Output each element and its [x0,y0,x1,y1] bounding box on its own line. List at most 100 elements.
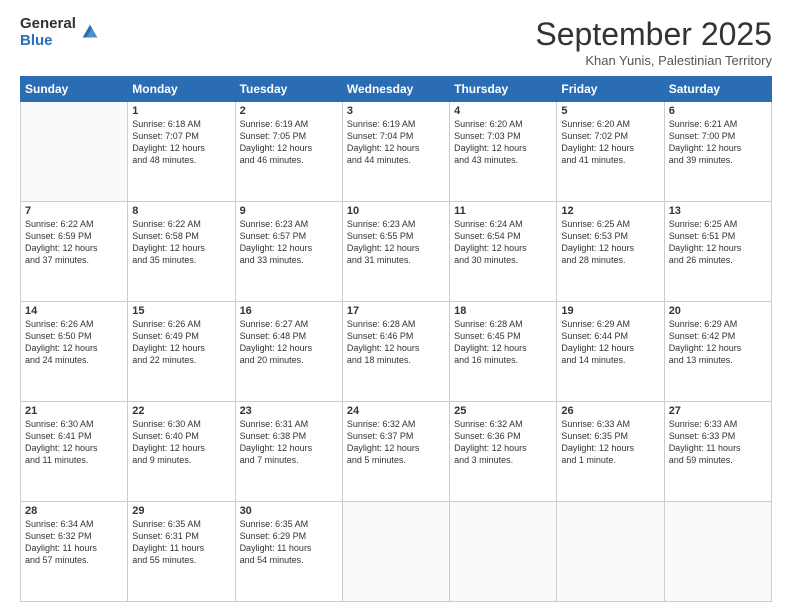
calendar-cell: 17Sunrise: 6:28 AM Sunset: 6:46 PM Dayli… [342,302,449,402]
day-number: 18 [454,305,552,317]
calendar-cell: 19Sunrise: 6:29 AM Sunset: 6:44 PM Dayli… [557,302,664,402]
calendar-cell: 9Sunrise: 6:23 AM Sunset: 6:57 PM Daylig… [235,202,342,302]
calendar-cell [342,502,449,602]
cell-content: Sunrise: 6:23 AM Sunset: 6:57 PM Dayligh… [240,218,338,267]
cell-content: Sunrise: 6:32 AM Sunset: 6:36 PM Dayligh… [454,418,552,467]
cell-content: Sunrise: 6:31 AM Sunset: 6:38 PM Dayligh… [240,418,338,467]
day-number: 24 [347,405,445,417]
cell-content: Sunrise: 6:20 AM Sunset: 7:02 PM Dayligh… [561,118,659,167]
header-monday: Monday [128,77,235,102]
weekday-header-row: Sunday Monday Tuesday Wednesday Thursday… [21,77,772,102]
day-number: 27 [669,405,767,417]
header-sunday: Sunday [21,77,128,102]
calendar-cell: 11Sunrise: 6:24 AM Sunset: 6:54 PM Dayli… [450,202,557,302]
calendar-cell: 13Sunrise: 6:25 AM Sunset: 6:51 PM Dayli… [664,202,771,302]
cell-content: Sunrise: 6:19 AM Sunset: 7:04 PM Dayligh… [347,118,445,167]
day-number: 1 [132,105,230,117]
day-number: 29 [132,505,230,517]
day-number: 2 [240,105,338,117]
header: General Blue September 2025 Khan Yunis, … [20,16,772,68]
day-number: 12 [561,205,659,217]
cell-content: Sunrise: 6:20 AM Sunset: 7:03 PM Dayligh… [454,118,552,167]
calendar-cell: 23Sunrise: 6:31 AM Sunset: 6:38 PM Dayli… [235,402,342,502]
header-saturday: Saturday [664,77,771,102]
day-number: 5 [561,105,659,117]
cell-content: Sunrise: 6:26 AM Sunset: 6:50 PM Dayligh… [25,318,123,367]
header-wednesday: Wednesday [342,77,449,102]
calendar-cell: 22Sunrise: 6:30 AM Sunset: 6:40 PM Dayli… [128,402,235,502]
cell-content: Sunrise: 6:29 AM Sunset: 6:44 PM Dayligh… [561,318,659,367]
calendar-cell: 16Sunrise: 6:27 AM Sunset: 6:48 PM Dayli… [235,302,342,402]
cell-content: Sunrise: 6:26 AM Sunset: 6:49 PM Dayligh… [132,318,230,367]
calendar-cell: 15Sunrise: 6:26 AM Sunset: 6:49 PM Dayli… [128,302,235,402]
cell-content: Sunrise: 6:30 AM Sunset: 6:40 PM Dayligh… [132,418,230,467]
logo-general-text: General [20,16,76,33]
cell-content: Sunrise: 6:35 AM Sunset: 6:31 PM Dayligh… [132,518,230,567]
day-number: 19 [561,305,659,317]
cell-content: Sunrise: 6:29 AM Sunset: 6:42 PM Dayligh… [669,318,767,367]
calendar-cell: 1Sunrise: 6:18 AM Sunset: 7:07 PM Daylig… [128,102,235,202]
calendar-cell: 4Sunrise: 6:20 AM Sunset: 7:03 PM Daylig… [450,102,557,202]
calendar-page: General Blue September 2025 Khan Yunis, … [0,0,792,612]
location: Khan Yunis, Palestinian Territory [535,53,772,68]
calendar-cell: 21Sunrise: 6:30 AM Sunset: 6:41 PM Dayli… [21,402,128,502]
day-number: 14 [25,305,123,317]
week-row-1: 1Sunrise: 6:18 AM Sunset: 7:07 PM Daylig… [21,102,772,202]
calendar-cell: 29Sunrise: 6:35 AM Sunset: 6:31 PM Dayli… [128,502,235,602]
calendar-cell: 20Sunrise: 6:29 AM Sunset: 6:42 PM Dayli… [664,302,771,402]
day-number: 6 [669,105,767,117]
month-title: September 2025 [535,16,772,53]
cell-content: Sunrise: 6:25 AM Sunset: 6:51 PM Dayligh… [669,218,767,267]
day-number: 11 [454,205,552,217]
day-number: 30 [240,505,338,517]
day-number: 10 [347,205,445,217]
calendar-cell: 18Sunrise: 6:28 AM Sunset: 6:45 PM Dayli… [450,302,557,402]
cell-content: Sunrise: 6:23 AM Sunset: 6:55 PM Dayligh… [347,218,445,267]
day-number: 28 [25,505,123,517]
week-row-2: 7Sunrise: 6:22 AM Sunset: 6:59 PM Daylig… [21,202,772,302]
cell-content: Sunrise: 6:22 AM Sunset: 6:59 PM Dayligh… [25,218,123,267]
cell-content: Sunrise: 6:30 AM Sunset: 6:41 PM Dayligh… [25,418,123,467]
day-number: 17 [347,305,445,317]
day-number: 25 [454,405,552,417]
cell-content: Sunrise: 6:24 AM Sunset: 6:54 PM Dayligh… [454,218,552,267]
calendar-cell: 30Sunrise: 6:35 AM Sunset: 6:29 PM Dayli… [235,502,342,602]
cell-content: Sunrise: 6:33 AM Sunset: 6:33 PM Dayligh… [669,418,767,467]
cell-content: Sunrise: 6:35 AM Sunset: 6:29 PM Dayligh… [240,518,338,567]
calendar-cell: 24Sunrise: 6:32 AM Sunset: 6:37 PM Dayli… [342,402,449,502]
cell-content: Sunrise: 6:19 AM Sunset: 7:05 PM Dayligh… [240,118,338,167]
calendar-cell: 7Sunrise: 6:22 AM Sunset: 6:59 PM Daylig… [21,202,128,302]
day-number: 15 [132,305,230,317]
cell-content: Sunrise: 6:27 AM Sunset: 6:48 PM Dayligh… [240,318,338,367]
calendar-cell: 14Sunrise: 6:26 AM Sunset: 6:50 PM Dayli… [21,302,128,402]
calendar-cell: 5Sunrise: 6:20 AM Sunset: 7:02 PM Daylig… [557,102,664,202]
logo-blue-text: Blue [20,33,76,50]
day-number: 21 [25,405,123,417]
calendar-cell: 27Sunrise: 6:33 AM Sunset: 6:33 PM Dayli… [664,402,771,502]
calendar-cell: 25Sunrise: 6:32 AM Sunset: 6:36 PM Dayli… [450,402,557,502]
week-row-4: 21Sunrise: 6:30 AM Sunset: 6:41 PM Dayli… [21,402,772,502]
calendar-cell: 28Sunrise: 6:34 AM Sunset: 6:32 PM Dayli… [21,502,128,602]
day-number: 22 [132,405,230,417]
calendar-cell: 3Sunrise: 6:19 AM Sunset: 7:04 PM Daylig… [342,102,449,202]
calendar-cell: 2Sunrise: 6:19 AM Sunset: 7:05 PM Daylig… [235,102,342,202]
day-number: 7 [25,205,123,217]
day-number: 23 [240,405,338,417]
day-number: 20 [669,305,767,317]
cell-content: Sunrise: 6:21 AM Sunset: 7:00 PM Dayligh… [669,118,767,167]
header-tuesday: Tuesday [235,77,342,102]
calendar-cell: 12Sunrise: 6:25 AM Sunset: 6:53 PM Dayli… [557,202,664,302]
cell-content: Sunrise: 6:25 AM Sunset: 6:53 PM Dayligh… [561,218,659,267]
day-number: 3 [347,105,445,117]
calendar-cell [450,502,557,602]
cell-content: Sunrise: 6:34 AM Sunset: 6:32 PM Dayligh… [25,518,123,567]
calendar-cell [557,502,664,602]
logo-icon [79,21,101,43]
title-section: September 2025 Khan Yunis, Palestinian T… [535,16,772,68]
calendar-cell [21,102,128,202]
calendar-cell: 26Sunrise: 6:33 AM Sunset: 6:35 PM Dayli… [557,402,664,502]
day-number: 4 [454,105,552,117]
calendar-cell: 10Sunrise: 6:23 AM Sunset: 6:55 PM Dayli… [342,202,449,302]
cell-content: Sunrise: 6:32 AM Sunset: 6:37 PM Dayligh… [347,418,445,467]
day-number: 16 [240,305,338,317]
